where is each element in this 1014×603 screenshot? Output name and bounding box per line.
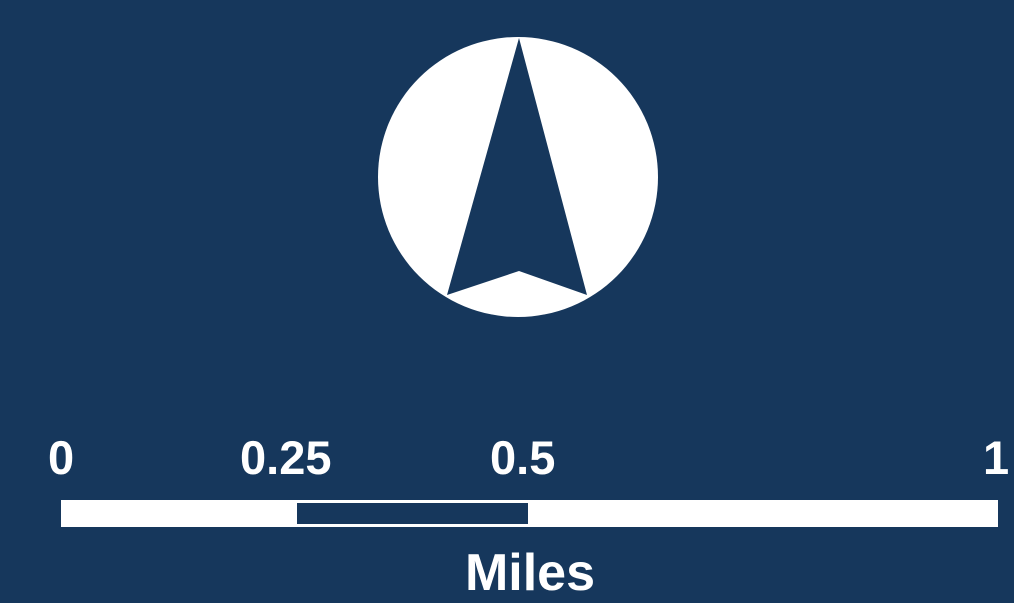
scale-bar-segment-025-05	[297, 500, 528, 527]
scale-bar-segment-05-1	[528, 500, 998, 527]
scale-units-label: Miles	[464, 544, 596, 602]
scale-tick-label-0-25: 0.25	[240, 431, 332, 484]
scale-bar-segment-025-05-top-border	[297, 500, 528, 503]
scale-tick-label-0: 0	[48, 431, 75, 484]
scale-tick-label-0-5: 0.5	[490, 431, 556, 484]
north-arrow-icon	[378, 37, 658, 317]
scale-tick-label-1: 1	[983, 431, 1010, 484]
scale-bar-segment-0-025	[61, 500, 297, 527]
scale-bar-segment-025-05-bottom-border	[297, 524, 528, 527]
